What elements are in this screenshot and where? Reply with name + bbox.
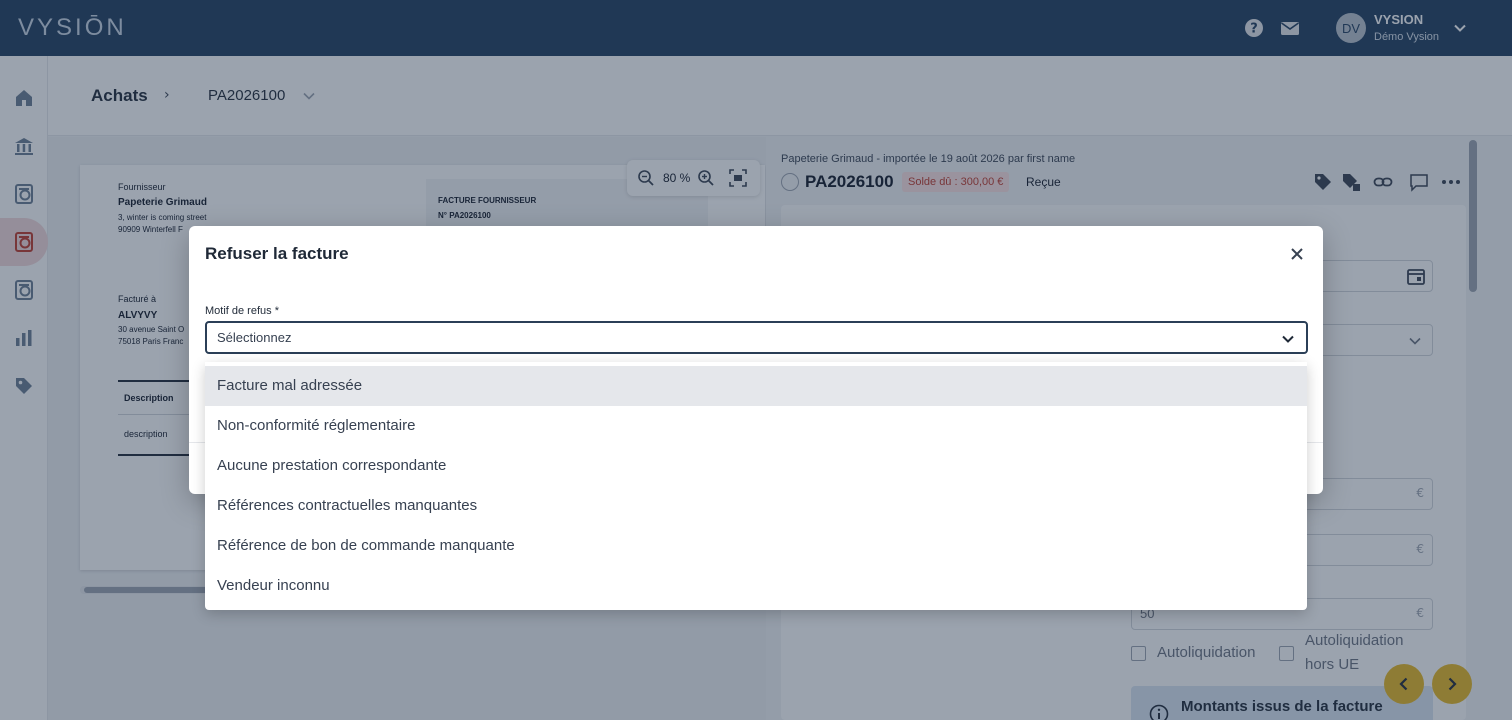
option-facture-mal-adressee[interactable]: Facture mal adressée	[205, 366, 1307, 406]
option-non-conformite[interactable]: Non-conformité réglementaire	[205, 406, 1307, 446]
refusal-reason-label: Motif de refus *	[205, 305, 279, 317]
option-bon-de-commande[interactable]: Référence de bon de commande manquante	[205, 526, 1307, 566]
close-icon[interactable]	[1287, 244, 1307, 264]
option-references-contractuelles[interactable]: Références contractuelles manquantes	[205, 486, 1307, 526]
refusal-reason-select[interactable]: Sélectionnez	[205, 321, 1308, 354]
chevron-down-icon[interactable]	[1280, 331, 1296, 347]
modal-title: Refuser la facture	[205, 244, 349, 263]
select-placeholder: Sélectionnez	[217, 330, 292, 345]
option-aucune-prestation[interactable]: Aucune prestation correspondante	[205, 446, 1307, 486]
refusal-reason-options: Facture mal adressée Non-conformité régl…	[205, 362, 1307, 610]
option-vendeur-inconnu[interactable]: Vendeur inconnu	[205, 566, 1307, 606]
